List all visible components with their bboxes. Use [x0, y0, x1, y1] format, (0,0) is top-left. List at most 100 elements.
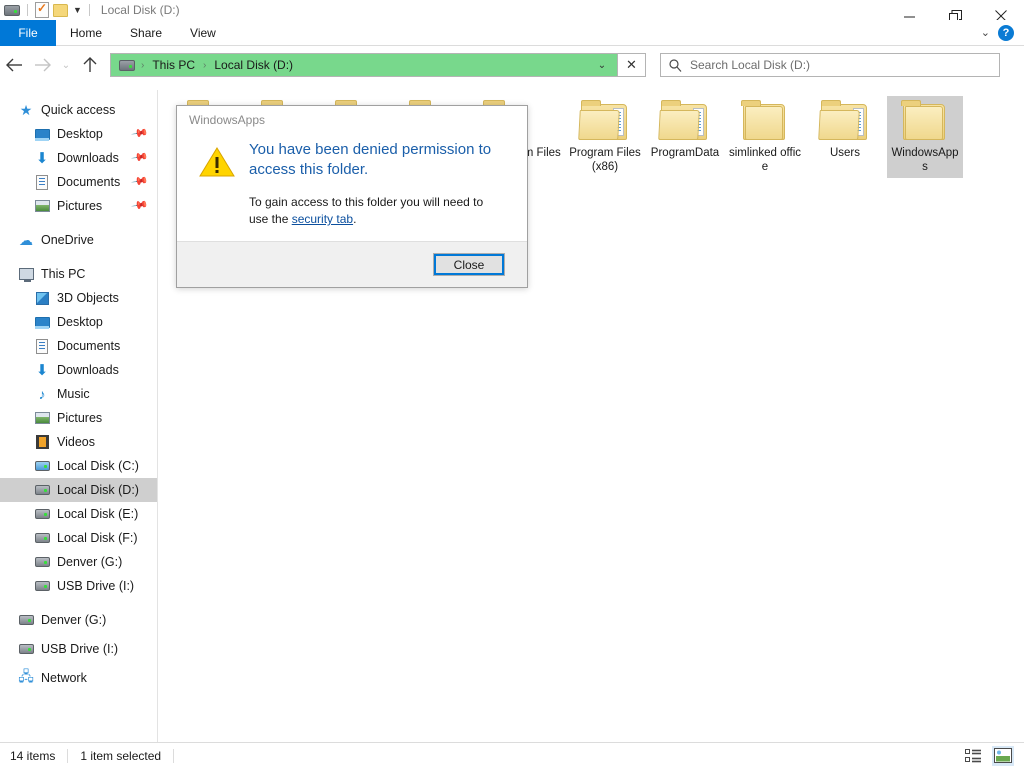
network-icon: 🖧	[18, 668, 34, 684]
close-dialog-button[interactable]: Close	[433, 253, 505, 276]
folder-icon	[899, 100, 951, 142]
pin-icon[interactable]: 📌	[131, 148, 150, 167]
folder-name: WindowsApps	[891, 147, 959, 173]
music-icon: ♪	[38, 386, 46, 402]
folder-name: Program Files (x86)	[569, 147, 641, 173]
details-view-icon[interactable]	[962, 746, 984, 766]
tab-share[interactable]: Share	[116, 20, 176, 46]
new-folder-icon[interactable]	[53, 3, 68, 17]
sidebar-label-videos: Videos	[57, 435, 95, 449]
windows-drive-icon	[34, 458, 50, 474]
pin-icon[interactable]: 📌	[131, 124, 150, 143]
sidebar-item-quick-access[interactable]: ★ Quick access	[0, 98, 157, 122]
sidebar-item-network[interactable]: 🖧 Network	[0, 666, 157, 690]
sidebar-label-desktop: Desktop	[57, 315, 103, 329]
sidebar-item-downloads-qa[interactable]: ⬇ Downloads 📌	[0, 146, 157, 170]
folder-item-selected[interactable]: WindowsApps	[887, 96, 963, 178]
sidebar-item-pictures-qa[interactable]: Pictures 📌	[0, 194, 157, 218]
download-icon: ⬇	[35, 149, 49, 167]
title-bar: ▼ Local Disk (D:)	[0, 0, 1024, 20]
tab-file[interactable]: File	[0, 20, 56, 46]
folder-item[interactable]: Program Files (x86)	[567, 96, 643, 178]
warning-icon	[199, 146, 235, 178]
sidebar-label-downloads: Downloads	[57, 363, 119, 377]
drive-icon	[18, 641, 34, 657]
sidebar-item-pictures[interactable]: Pictures	[0, 406, 157, 430]
sidebar-label-desktop-qa: Desktop	[57, 127, 103, 141]
security-tab-link[interactable]: security tab	[292, 212, 353, 226]
sidebar-item-this-pc[interactable]: This PC	[0, 262, 157, 286]
breadcrumb-separator-1[interactable]: ›	[201, 60, 208, 71]
sidebar-item-documents-qa[interactable]: Documents 📌	[0, 170, 157, 194]
up-button[interactable]	[76, 49, 104, 81]
drive-icon	[34, 530, 50, 546]
sidebar-item-desktop[interactable]: Desktop	[0, 310, 157, 334]
address-dropdown-chevron-down-icon[interactable]: ⌄	[591, 54, 613, 76]
sidebar-item-music[interactable]: ♪ Music	[0, 382, 157, 406]
sidebar-item-usb-drive-i-root[interactable]: USB Drive (I:)	[0, 637, 157, 661]
address-bar[interactable]: › This PC › Local Disk (D:) ⌄	[110, 53, 618, 77]
breadcrumb-separator-0[interactable]: ›	[139, 60, 146, 71]
ribbon-right-controls: ⌄ ?	[981, 20, 1024, 45]
sidebar-item-denver-g[interactable]: Denver (G:)	[0, 550, 157, 574]
picture-icon	[34, 198, 50, 214]
sidebar-item-documents[interactable]: Documents	[0, 334, 157, 358]
monitor-icon	[34, 314, 50, 330]
status-bar: 14 items 1 item selected	[0, 742, 1024, 768]
breadcrumb-this-pc[interactable]: This PC	[148, 56, 199, 74]
forward-button[interactable]	[28, 49, 56, 81]
folder-icon	[578, 100, 631, 142]
sidebar-label-documents-qa: Documents	[57, 175, 121, 189]
search-box[interactable]: Search Local Disk (D:)	[660, 53, 1000, 77]
sidebar-item-local-disk-d[interactable]: Local Disk (D:)	[0, 478, 157, 502]
document-icon	[34, 338, 50, 354]
sidebar-item-local-disk-e[interactable]: Local Disk (E:)	[0, 502, 157, 526]
sidebar-item-local-disk-f[interactable]: Local Disk (F:)	[0, 526, 157, 550]
folder-item[interactable]: Users	[807, 96, 883, 178]
search-input[interactable]: Search Local Disk (D:)	[690, 58, 810, 72]
large-icons-view-icon[interactable]	[992, 745, 1014, 766]
folder-name: Users	[829, 147, 861, 159]
help-icon[interactable]: ?	[998, 24, 1014, 41]
navigation-pane[interactable]: ★ Quick access Desktop 📌 ⬇ Downloads 📌 D…	[0, 90, 158, 742]
sidebar-item-onedrive[interactable]: ☁ OneDrive	[0, 228, 157, 252]
sidebar-item-3d-objects[interactable]: 3D Objects	[0, 286, 157, 310]
sidebar-item-denver-g-root[interactable]: Denver (G:)	[0, 608, 157, 632]
selection-status: 1 item selected	[80, 748, 162, 763]
customize-toolbar-chevron-down-icon[interactable]: ▼	[73, 5, 82, 15]
sidebar-label-usb-drive-i: USB Drive (I:)	[57, 579, 135, 593]
dialog-body: You have been denied permission to acces…	[177, 134, 527, 241]
toolbar-divider-2	[88, 4, 90, 16]
pin-icon[interactable]: 📌	[131, 172, 150, 191]
tab-home[interactable]: Home	[56, 20, 116, 46]
breadcrumb-local-disk-d[interactable]: Local Disk (D:)	[210, 56, 297, 74]
item-count: 14 items	[10, 748, 56, 763]
sidebar-item-desktop-qa[interactable]: Desktop 📌	[0, 122, 157, 146]
permission-denied-dialog: WindowsApps You have been denied permiss…	[176, 105, 528, 288]
sidebar-label-3d-objects: 3D Objects	[57, 291, 119, 305]
expand-ribbon-chevron-down-icon[interactable]: ⌄	[981, 26, 990, 39]
drive-icon[interactable]	[4, 4, 20, 16]
video-icon	[34, 434, 50, 450]
folder-item[interactable]: ProgramData	[647, 96, 723, 178]
download-icon: ⬇	[35, 361, 49, 379]
pc-icon	[18, 266, 34, 282]
pin-icon[interactable]: 📌	[131, 196, 150, 215]
properties-icon[interactable]	[35, 1, 49, 18]
tab-view[interactable]: View	[176, 20, 230, 46]
address-clear-icon[interactable]: ✕	[618, 53, 646, 77]
sidebar-item-local-disk-c[interactable]: Local Disk (C:)	[0, 454, 157, 478]
address-drive-icon	[119, 59, 135, 71]
drive-icon	[34, 506, 50, 522]
back-button[interactable]	[0, 49, 28, 81]
dialog-message-prefix: To gain access to this folder you will n…	[249, 195, 484, 226]
sidebar-item-downloads[interactable]: ⬇ Downloads	[0, 358, 157, 382]
recent-locations-chevron-down-icon[interactable]: ⌄	[56, 49, 76, 81]
folder-name: ProgramData	[650, 147, 720, 159]
folder-item[interactable]: simlinked office	[727, 96, 803, 178]
sidebar-label-local-disk-f: Local Disk (F:)	[57, 531, 138, 545]
sidebar-item-usb-drive-i[interactable]: USB Drive (I:)	[0, 574, 157, 598]
sidebar-item-videos[interactable]: Videos	[0, 430, 157, 454]
cube-icon	[34, 290, 50, 306]
sidebar-label-local-disk-d: Local Disk (D:)	[57, 483, 139, 497]
